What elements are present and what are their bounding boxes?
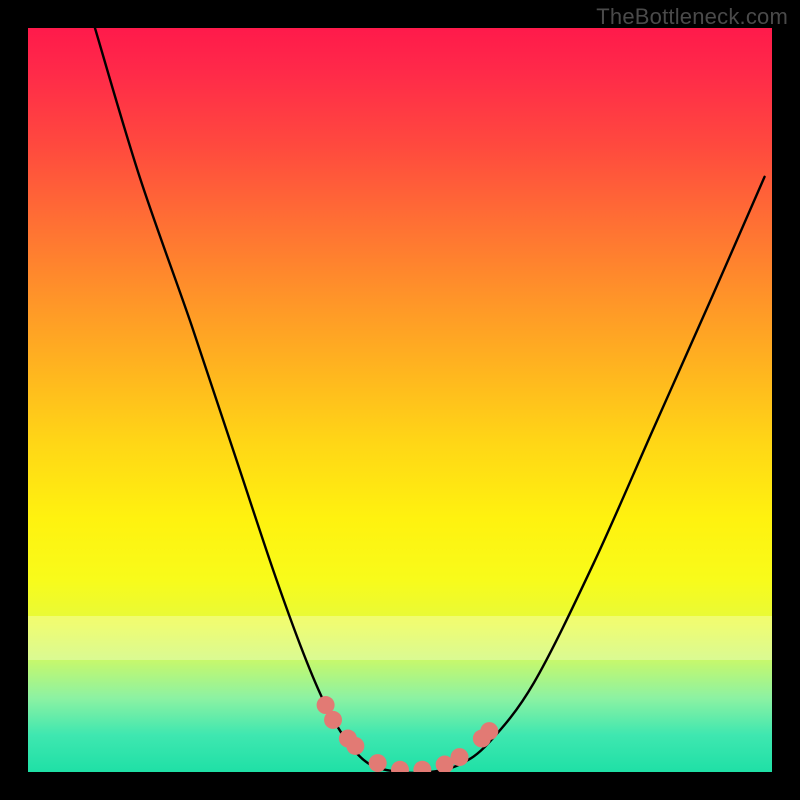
marker-dot [346, 737, 364, 755]
marker-dot [369, 754, 387, 772]
bottleneck-curve [95, 28, 765, 772]
marker-dot [391, 761, 409, 772]
watermark-text: TheBottleneck.com [596, 4, 788, 30]
marker-dot [324, 711, 342, 729]
marker-dot [413, 761, 431, 772]
chart-frame: TheBottleneck.com [0, 0, 800, 800]
plot-area [28, 28, 772, 772]
marker-group [317, 696, 499, 772]
curve-layer [28, 28, 772, 772]
marker-dot [451, 748, 469, 766]
marker-dot [480, 722, 498, 740]
